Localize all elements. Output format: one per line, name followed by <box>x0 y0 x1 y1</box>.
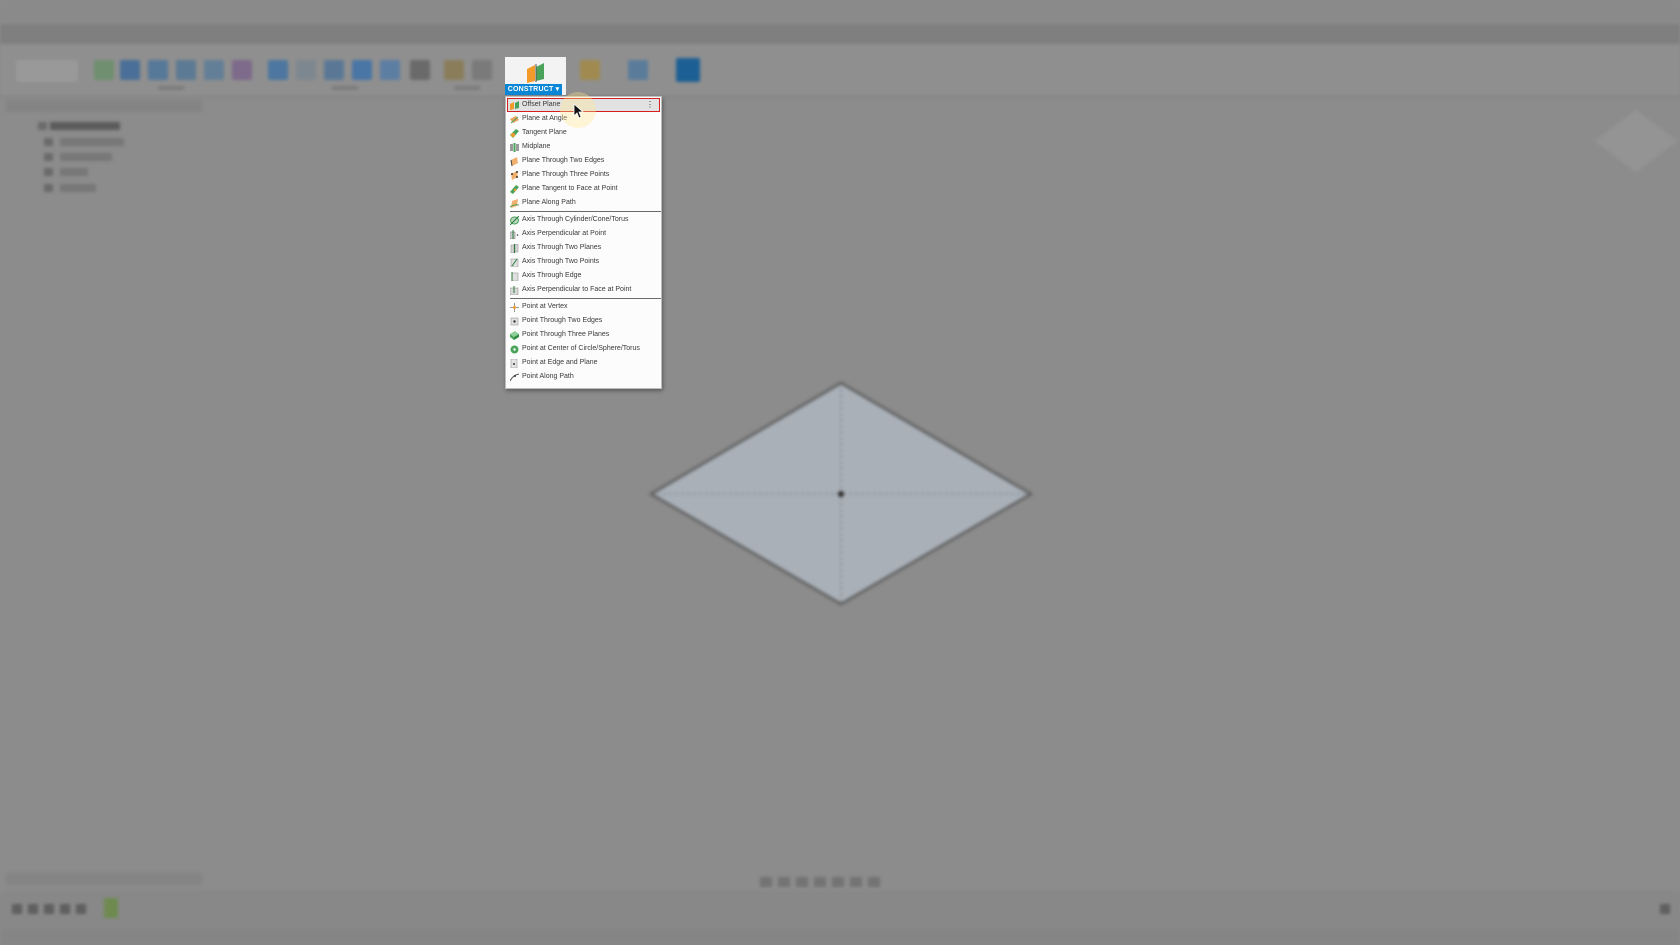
menu-item-label: Offset Plane <box>522 101 561 108</box>
app-background <box>0 0 1680 945</box>
offset-plane-icon <box>510 101 519 110</box>
menu-item-point-center[interactable]: Point at Center of Circle/Sphere/Torus <box>507 342 660 356</box>
menu-item-plane-along-path[interactable]: Plane Along Path <box>507 196 660 210</box>
axis-edge-icon <box>511 272 519 281</box>
point-three-planes-icon <box>510 331 519 340</box>
menu-item-point-two-edges[interactable]: Point Through Two Edges <box>507 314 660 328</box>
menu-item-plane-two-edges[interactable]: Plane Through Two Edges <box>507 154 660 168</box>
menu-item-axis-cylinder[interactable]: Axis Through Cylinder/Cone/Torus <box>507 213 660 227</box>
menu-item-plane-three-points[interactable]: Plane Through Three Points <box>507 168 660 182</box>
pan-icon[interactable] <box>778 877 790 887</box>
menu-item-label: Axis Through Two Planes <box>522 244 602 251</box>
plane-along-path-icon <box>510 199 519 208</box>
menu-item-axis-perpendicular[interactable]: Axis Perpendicular at Point <box>507 227 660 241</box>
display-icon[interactable] <box>832 877 844 887</box>
menu-item-label: Axis Through Edge <box>522 272 582 279</box>
fit-icon[interactable] <box>814 877 826 887</box>
menu-separator <box>510 211 661 212</box>
menu-item-midplane[interactable]: Midplane <box>507 140 660 154</box>
origin-point[interactable] <box>838 491 844 497</box>
last-frame-icon[interactable] <box>76 904 86 914</box>
menu-item-label: Plane Tangent to Face at Point <box>522 185 618 192</box>
construct-menu-label[interactable]: CONSTRUCT ▾ <box>505 84 562 95</box>
menu-item-plane-tangent-face[interactable]: Plane Tangent to Face at Point <box>507 182 660 196</box>
menu-item-label: Point Through Two Edges <box>522 317 603 324</box>
zoom-icon[interactable] <box>796 877 808 887</box>
previous-frame-icon[interactable] <box>28 904 38 914</box>
menu-item-tangent-plane[interactable]: Tangent Plane <box>507 126 660 140</box>
construct-icon <box>527 63 544 83</box>
axis-perp-face-icon <box>510 286 519 295</box>
axis-two-points-icon <box>510 258 519 267</box>
menu-item-label: Axis Through Two Points <box>522 258 600 265</box>
axis-perpendicular-icon <box>510 230 519 239</box>
status-bar <box>0 929 1680 945</box>
menu-item-point-three-planes[interactable]: Point Through Three Planes <box>507 328 660 342</box>
point-vertex-icon <box>510 303 519 312</box>
menu-item-label: Axis Through Cylinder/Cone/Torus <box>522 216 629 223</box>
menu-item-label: Plane Through Three Points <box>522 171 610 178</box>
plane-at-angle-icon <box>510 116 519 124</box>
menu-item-point-along-path[interactable]: Point Along Path <box>507 370 660 384</box>
menu-item-point-vertex[interactable]: Point at Vertex <box>507 300 660 314</box>
timeline <box>0 891 1680 929</box>
plane-three-points-icon <box>511 171 518 180</box>
menu-item-label: Point Through Three Planes <box>522 331 610 338</box>
menu-item-label: Axis Perpendicular to Face at Point <box>522 286 632 293</box>
menu-item-label: Point at Vertex <box>522 303 568 310</box>
play-icon[interactable] <box>44 904 54 914</box>
viewport <box>648 381 1034 606</box>
menu-item-label: Midplane <box>522 143 551 150</box>
menu-item-label: Plane Along Path <box>522 199 576 206</box>
plane-tangent-face-icon <box>510 185 519 194</box>
next-frame-icon[interactable] <box>60 904 70 914</box>
menu-item-axis-perp-face[interactable]: Axis Perpendicular to Face at Point <box>507 283 660 297</box>
comments-panel[interactable] <box>6 873 202 885</box>
navigation-bar <box>760 874 920 887</box>
point-along-path-icon <box>510 373 519 382</box>
menu-item-label: Point Along Path <box>522 373 574 380</box>
menu-item-label: Tangent Plane <box>522 129 567 136</box>
tangent-plane-icon <box>510 129 519 138</box>
timeline-feature-icon[interactable] <box>104 898 118 918</box>
orbit-icon[interactable] <box>760 877 772 887</box>
menu-item-point-edge-plane[interactable]: Point at Edge and Plane <box>507 356 660 370</box>
point-edge-plane-icon <box>510 359 518 368</box>
menu-item-axis-two-points[interactable]: Axis Through Two Points <box>507 255 660 269</box>
menu-item-axis-edge[interactable]: Axis Through Edge <box>507 269 660 283</box>
menu-separator <box>510 298 661 299</box>
mouse-cursor-icon <box>573 103 585 119</box>
menu-item-label: Point at Edge and Plane <box>522 359 598 366</box>
axis-two-planes-icon <box>510 244 519 253</box>
timeline-settings-icon[interactable] <box>1660 904 1670 914</box>
menu-item-label: Axis Perpendicular at Point <box>522 230 607 237</box>
more-options-icon[interactable]: ⋮ <box>646 100 654 110</box>
midplane-icon <box>510 143 519 152</box>
plane-two-edges-icon <box>510 157 518 166</box>
construct-dropdown-menu: Offset Plane ⋮ Plane at Angle Tangent Pl… <box>505 96 662 389</box>
first-frame-icon[interactable] <box>12 904 22 914</box>
viewports-icon[interactable] <box>868 877 880 887</box>
axis-cylinder-icon <box>510 216 519 225</box>
grid-icon[interactable] <box>850 877 862 887</box>
menu-item-axis-two-planes[interactable]: Axis Through Two Planes <box>507 241 660 255</box>
menu-item-label: Point at Center of Circle/Sphere/Torus <box>522 345 640 352</box>
point-two-edges-icon <box>510 317 519 326</box>
point-center-icon <box>510 345 519 354</box>
menu-item-label: Plane Through Two Edges <box>522 157 605 164</box>
